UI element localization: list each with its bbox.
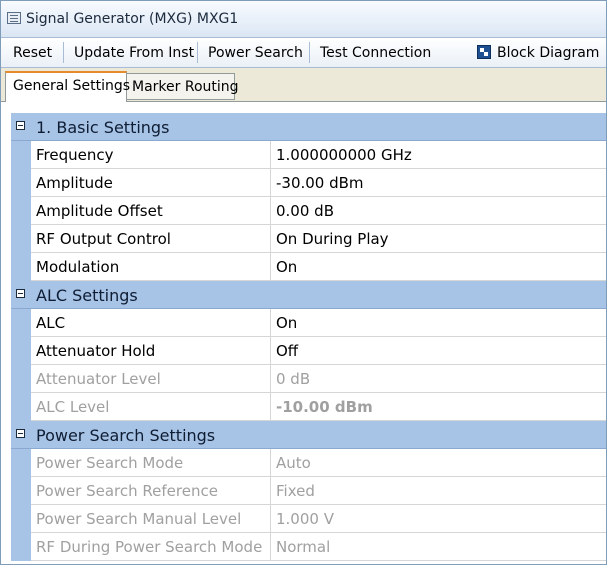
tab-general-settings[interactable]: General Settings <box>5 71 130 102</box>
property-row-attenuator-level: Attenuator Level 0 dB <box>11 365 606 393</box>
property-value[interactable]: 1.000000000 GHz <box>271 141 606 169</box>
property-name: Amplitude <box>31 169 271 197</box>
property-row-alc-level: ALC Level -10.00 dBm <box>11 393 606 421</box>
toolbar-separator <box>63 42 64 63</box>
property-name: RF Output Control <box>31 225 271 253</box>
property-row-attenuator-hold[interactable]: Attenuator Hold Off <box>11 337 606 365</box>
toolbar-separator <box>309 42 310 63</box>
property-value[interactable]: On During Play <box>271 225 606 253</box>
update-from-inst-button[interactable]: Update From Inst <box>74 45 194 61</box>
property-name: Power Search Reference <box>31 477 271 505</box>
property-row-modulation[interactable]: Modulation On <box>11 253 606 281</box>
collapse-icon[interactable] <box>16 121 25 130</box>
property-name: Power Search Mode <box>31 449 271 477</box>
window-frame: Signal Generator (MXG) MXG1 Reset Update… <box>0 0 607 565</box>
property-value: 1.000 V <box>271 505 606 533</box>
block-diagram-icon[interactable] <box>477 45 491 59</box>
property-row-frequency[interactable]: Frequency 1.000000000 GHz <box>11 141 606 169</box>
property-row-rf-during-power-search-mode: RF During Power Search Mode Normal <box>11 533 606 561</box>
title-bar: Signal Generator (MXG) MXG1 <box>1 1 606 38</box>
property-value[interactable]: Off <box>271 337 606 365</box>
property-name: Frequency <box>31 141 271 169</box>
reset-button[interactable]: Reset <box>13 45 52 61</box>
property-row-alc[interactable]: ALC On <box>11 309 606 337</box>
property-value[interactable]: On <box>271 309 606 337</box>
property-name: Attenuator Level <box>31 365 271 393</box>
property-name: ALC Level <box>31 393 271 421</box>
property-name: Amplitude Offset <box>31 197 271 225</box>
property-name: Attenuator Hold <box>31 337 271 365</box>
section-alc-settings[interactable]: ALC Settings <box>11 281 606 309</box>
tab-marker-routing[interactable]: Marker Routing <box>127 73 239 100</box>
property-row-power-search-manual-level: Power Search Manual Level 1.000 V <box>11 505 606 533</box>
instrument-icon <box>7 12 21 24</box>
property-grid: 1. Basic Settings Frequency 1.000000000 … <box>11 113 606 564</box>
property-value: Normal <box>271 533 606 561</box>
section-power-search-settings[interactable]: Power Search Settings <box>11 421 606 449</box>
section-basic-settings[interactable]: 1. Basic Settings <box>11 113 606 141</box>
toolbar: Reset Update From Inst Power Search Test… <box>1 38 606 68</box>
property-row-power-search-reference: Power Search Reference Fixed <box>11 477 606 505</box>
property-row-amplitude-offset[interactable]: Amplitude Offset 0.00 dB <box>11 197 606 225</box>
tab-strip: Marker Routing General Settings <box>1 68 606 102</box>
property-value: Fixed <box>271 477 606 505</box>
property-name: ALC <box>31 309 271 337</box>
property-value[interactable]: 0.00 dB <box>271 197 606 225</box>
property-name: RF During Power Search Mode <box>31 533 271 561</box>
property-value[interactable]: On <box>271 253 606 281</box>
section-title: Power Search Settings <box>36 426 216 445</box>
section-title: ALC Settings <box>36 286 138 305</box>
window-title: Signal Generator (MXG) MXG1 <box>26 11 239 27</box>
property-row-power-search-mode: Power Search Mode Auto <box>11 449 606 477</box>
collapse-icon[interactable] <box>16 289 25 298</box>
property-value: 0 dB <box>271 365 606 393</box>
collapse-icon[interactable] <box>16 429 25 438</box>
test-connection-button[interactable]: Test Connection <box>320 45 431 61</box>
property-name: Power Search Manual Level <box>31 505 271 533</box>
property-row-rf-output-control[interactable]: RF Output Control On During Play <box>11 225 606 253</box>
power-search-button[interactable]: Power Search <box>208 45 303 61</box>
block-diagram-button[interactable]: Block Diagram <box>497 45 599 61</box>
toolbar-separator <box>197 42 198 63</box>
property-name: Modulation <box>31 253 271 281</box>
property-value: -10.00 dBm <box>271 393 606 421</box>
section-title: 1. Basic Settings <box>36 118 170 137</box>
property-value[interactable]: -30.00 dBm <box>271 169 606 197</box>
property-value: Auto <box>271 449 606 477</box>
property-row-amplitude[interactable]: Amplitude -30.00 dBm <box>11 169 606 197</box>
